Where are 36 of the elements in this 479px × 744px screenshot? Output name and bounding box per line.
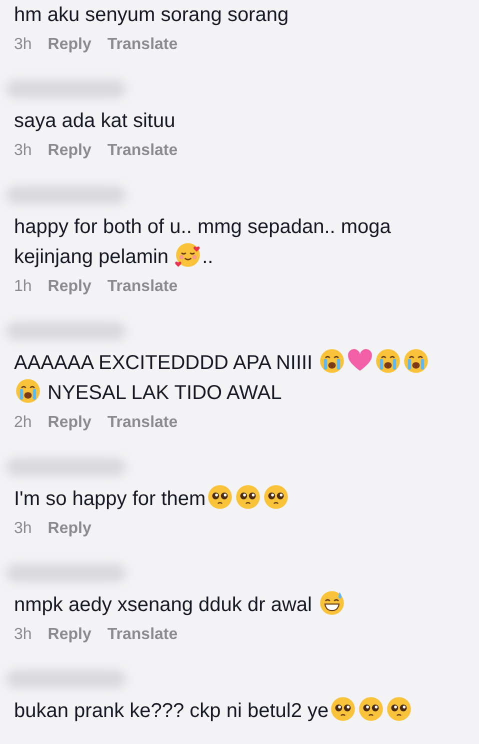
grinning-sweat-face-icon: [318, 590, 345, 616]
pleading-face-icon: [262, 484, 289, 510]
comment-time: 3h: [14, 519, 32, 539]
crying-face-icon: [319, 348, 346, 374]
comment-action-link[interactable]: Reply: [48, 411, 92, 435]
comment-action-link[interactable]: Translate: [107, 411, 178, 435]
pleading-face-icon: [330, 696, 356, 722]
comment-action-link[interactable]: Translate: [107, 33, 178, 57]
comment-action-link[interactable]: Reply: [48, 275, 92, 299]
comment-time: 3h: [14, 141, 32, 161]
comment-time: 2h: [14, 413, 32, 433]
comment-action-link[interactable]: Reply: [48, 139, 92, 163]
crying-face-icon: [375, 348, 402, 374]
comment-action-link[interactable]: Reply: [48, 33, 92, 57]
pleading-face-icon: [386, 696, 412, 722]
pleading-face-icon: [206, 484, 233, 510]
smiling-hearts-face-icon: [175, 242, 202, 268]
comment-time: 3h: [14, 35, 32, 55]
crying-face-icon: [403, 348, 430, 374]
pleading-face-icon: [234, 484, 261, 510]
comment-text: I'm so happy for them: [14, 484, 479, 514]
comment-action-link[interactable]: Translate: [107, 623, 178, 647]
comment-action-link[interactable]: Reply: [48, 623, 92, 647]
comment-time: 3h: [14, 625, 32, 645]
comment-text: AAAAAA EXCITEDDDD APA NIIII NYESAL LAK TIDO AWAL: [14, 348, 479, 408]
comment-time: 1h: [14, 277, 32, 297]
comment-action-link[interactable]: Translate: [107, 275, 178, 299]
comment-text: saya ada kat situu: [14, 109, 176, 134]
pleading-face-icon: [358, 696, 384, 722]
comment-text: happy for both of u.. mmg sepadan.. moga kejinjang pelamin ..: [14, 215, 392, 270]
crying-face-icon: [15, 378, 41, 404]
comment-action-link[interactable]: Reply: [48, 517, 92, 541]
comment-action-link[interactable]: Translate: [107, 139, 178, 163]
comment-text: hm aku senyum sorang sorang: [14, 3, 290, 28]
comment-text: bukan prank ke??? ckp ni betul2 ye: [14, 696, 479, 726]
comment-text: nmpk aedy xsenang dduk dr awal: [14, 590, 479, 620]
